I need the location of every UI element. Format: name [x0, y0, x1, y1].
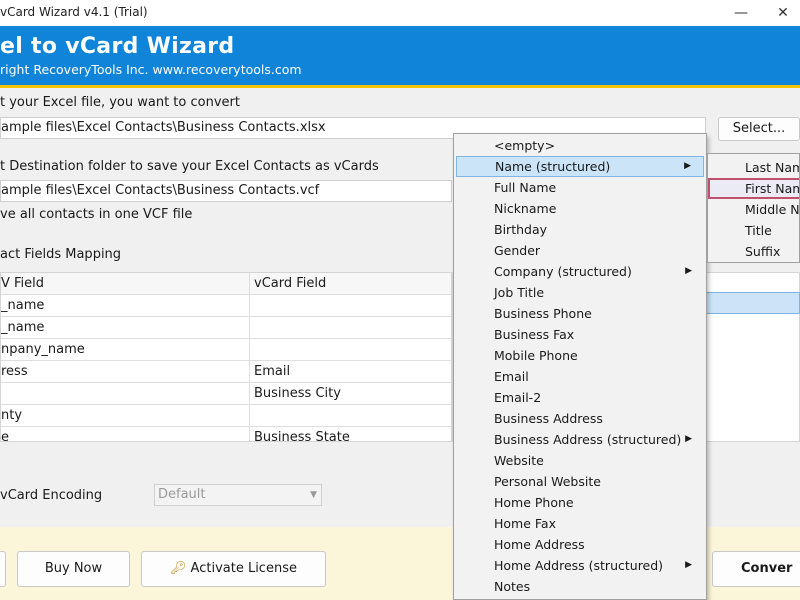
csv-field-cell: e [1, 427, 250, 441]
title-bar: vCard Wizard v4.1 (Trial) — ✕ [0, 0, 800, 26]
menu-item-personal-website[interactable]: Personal Website [456, 471, 704, 492]
menu-item-name-structured[interactable]: Name (structured) ▶ [456, 156, 704, 177]
menu-item-business-fax[interactable]: Business Fax [456, 324, 704, 345]
vcard-field-cell[interactable] [250, 339, 451, 361]
key-icon: 🔑︎ [170, 561, 187, 576]
csv-field-cell: ress [1, 361, 250, 383]
vcard-field-cell[interactable]: Business City [250, 383, 451, 405]
submenu-item-title[interactable]: Title [708, 220, 799, 241]
window-title: vCard Wizard v4.1 (Trial) [0, 5, 148, 19]
copyright-text: right RecoveryTools Inc. www.recoverytoo… [0, 62, 302, 77]
submenu-arrow-icon: ▶ [685, 266, 692, 276]
vcard-field-dropdown-menu: <empty> Name (structured) ▶ Full Name Nic… [453, 133, 707, 600]
single-vcf-option[interactable]: ve all contacts in one VCF file [0, 207, 192, 222]
csv-field-cell [1, 383, 250, 405]
back-button[interactable] [0, 551, 6, 587]
vcard-field-cell[interactable] [250, 317, 451, 339]
selected-mapping-cell[interactable] [706, 292, 800, 314]
menu-item-business-address-structured[interactable]: Business Address (structured) ▶ [456, 429, 704, 450]
minimize-icon[interactable]: — [726, 2, 756, 24]
menu-item-business-phone[interactable]: Business Phone [456, 303, 704, 324]
menu-item-gender[interactable]: Gender [456, 240, 704, 261]
table-row[interactable]: Business City [1, 383, 451, 405]
table-row[interactable]: ress Email [1, 361, 451, 383]
app-title: el to vCard Wizard [0, 34, 235, 59]
encoding-select[interactable]: Default ▼ [154, 484, 322, 506]
menu-item-empty[interactable]: <empty> [456, 135, 704, 156]
header-vcard-field: vCard Field [254, 276, 327, 291]
submenu-item-last-name[interactable]: Last Nam [708, 157, 799, 178]
vcard-field-cell[interactable]: Email [250, 361, 451, 383]
menu-item-business-address[interactable]: Business Address [456, 408, 704, 429]
menu-item-email[interactable]: Email [456, 366, 704, 387]
menu-item-notes[interactable]: Notes [456, 576, 704, 597]
csv-field-cell: npany_name [1, 339, 250, 361]
menu-item-home-fax[interactable]: Home Fax [456, 513, 704, 534]
activate-license-button[interactable]: 🔑︎ Activate License [141, 551, 326, 587]
chevron-down-icon: ▼ [310, 490, 317, 500]
submenu-arrow-icon: ▶ [685, 434, 692, 444]
table-row[interactable]: _name [1, 317, 451, 339]
app-banner: el to vCard Wizard right RecoveryTools I… [0, 26, 800, 88]
menu-item-nickname[interactable]: Nickname [456, 198, 704, 219]
encoding-label: vCard Encoding [0, 488, 103, 503]
menu-item-full-name[interactable]: Full Name [456, 177, 704, 198]
field-mapping-grid: V Field vCard Field _name _name npany_na… [0, 272, 452, 442]
grid-header: V Field vCard Field [1, 273, 451, 295]
submenu-item-middle-name[interactable]: Middle N [708, 199, 799, 220]
buy-now-button[interactable]: Buy Now [17, 551, 130, 587]
csv-field-cell: _name [1, 317, 250, 339]
menu-item-website[interactable]: Website [456, 450, 704, 471]
vcard-field-cell[interactable]: Business State [250, 427, 451, 441]
table-row[interactable]: _name [1, 295, 451, 317]
mapping-section-label: act Fields Mapping [0, 247, 122, 262]
table-row[interactable]: e Business State [1, 427, 451, 441]
source-label: t your Excel file, you want to convert [0, 95, 240, 110]
header-csv-field: V Field [1, 273, 250, 295]
menu-item-company-structured[interactable]: Company (structured) ▶ [456, 261, 704, 282]
activate-license-label: Activate License [190, 561, 297, 576]
table-row[interactable]: npany_name [1, 339, 451, 361]
menu-item-home-address[interactable]: Home Address [456, 534, 704, 555]
submenu-arrow-icon: ▶ [684, 161, 691, 171]
submenu-item-first-name[interactable]: First Nam [708, 178, 799, 199]
vcard-field-cell[interactable] [250, 405, 451, 427]
table-row[interactable]: nty [1, 405, 451, 427]
menu-item-birthday[interactable]: Birthday [456, 219, 704, 240]
menu-item-home-address-structured[interactable]: Home Address (structured) ▶ [456, 555, 704, 576]
submenu-arrow-icon: ▶ [685, 560, 692, 570]
csv-field-cell: _name [1, 295, 250, 317]
destination-label: t Destination folder to save your Excel … [0, 159, 379, 174]
menu-item-email-2[interactable]: Email-2 [456, 387, 704, 408]
encoding-value: Default [158, 487, 206, 502]
menu-item-job-title[interactable]: Job Title [456, 282, 704, 303]
convert-button[interactable]: Conver [712, 551, 800, 587]
menu-item-mobile-phone[interactable]: Mobile Phone [456, 345, 704, 366]
submenu-item-suffix[interactable]: Suffix [708, 241, 799, 262]
destination-path-input[interactable]: ample files\Excel Contacts\Business Cont… [0, 180, 452, 202]
csv-field-cell: nty [1, 405, 250, 427]
name-structured-submenu: Last Nam First Nam Middle N Title Suffix [707, 153, 800, 263]
vcard-field-cell[interactable] [250, 295, 451, 317]
menu-item-home-phone[interactable]: Home Phone [456, 492, 704, 513]
close-icon[interactable]: ✕ [768, 2, 798, 24]
select-button[interactable]: Select... [718, 117, 800, 141]
